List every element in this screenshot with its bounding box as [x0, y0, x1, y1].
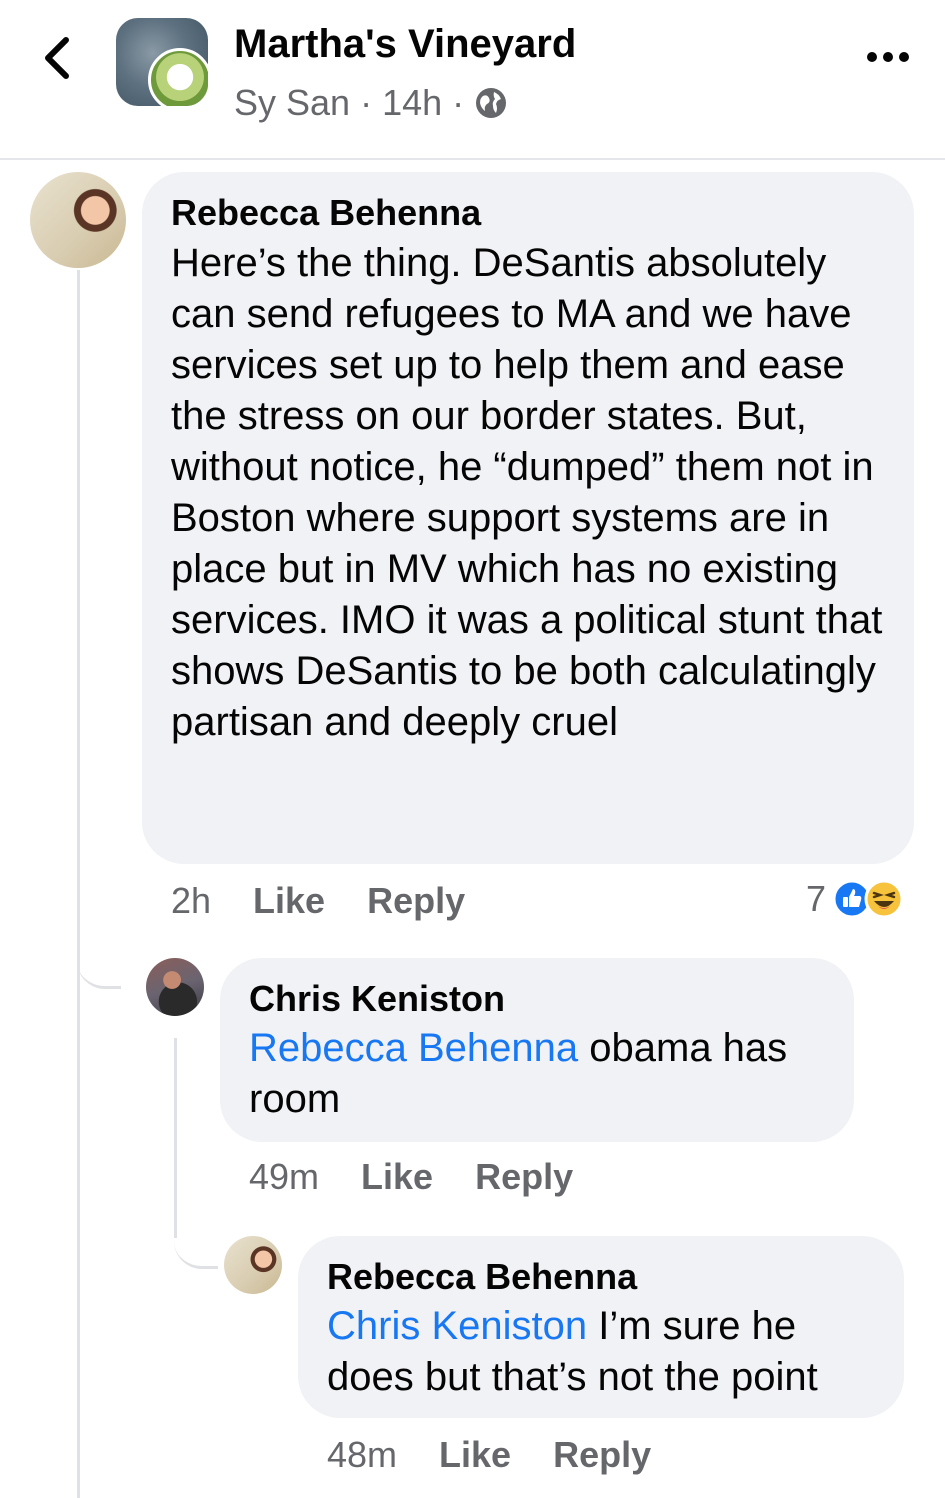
- reply-button[interactable]: Reply: [367, 880, 465, 922]
- reply-time[interactable]: 49m: [249, 1156, 319, 1198]
- reply-bubble: Chris Keniston Rebecca Behenna obama has…: [220, 958, 854, 1142]
- comment-text: Here’s the thing. DeSantis absolutely ca…: [171, 241, 883, 744]
- reply-author[interactable]: Chris Keniston: [249, 978, 828, 1020]
- meta-separator-2: ·: [452, 82, 465, 123]
- reply-author[interactable]: Rebecca Behenna: [327, 1256, 878, 1298]
- avatar[interactable]: [30, 172, 126, 268]
- meta-separator: ·: [360, 82, 373, 123]
- globe-icon: [476, 88, 507, 118]
- comment-actions: 2h Like Reply: [171, 880, 465, 922]
- like-button[interactable]: Like: [361, 1156, 433, 1198]
- group-avatar[interactable]: [116, 18, 208, 106]
- thread-line: [77, 270, 80, 1498]
- haha-icon: [864, 879, 904, 919]
- like-button[interactable]: Like: [439, 1434, 511, 1476]
- reactions-summary[interactable]: 7: [806, 878, 904, 920]
- more-options-icon[interactable]: [866, 50, 910, 64]
- reply-text: Chris Keniston I’m sure he does but that…: [327, 1301, 878, 1403]
- post-meta: Sy San · 14h ·: [234, 82, 508, 124]
- thread-connector: [77, 930, 121, 989]
- header-divider: [0, 158, 945, 160]
- reply-bubble: Rebecca Behenna Chris Keniston I’m sure …: [298, 1236, 904, 1418]
- post-author[interactable]: Sy San: [234, 82, 350, 124]
- back-arrow-icon[interactable]: [38, 32, 78, 84]
- reply-actions: 49m Like Reply: [249, 1156, 573, 1198]
- mention-link[interactable]: Rebecca Behenna: [249, 1026, 578, 1070]
- avatar[interactable]: [224, 1236, 282, 1294]
- reply-button[interactable]: Reply: [553, 1434, 651, 1476]
- thread-line-nested: [174, 1038, 177, 1238]
- mention-link[interactable]: Chris Keniston: [327, 1304, 587, 1348]
- post-time[interactable]: 14h: [382, 82, 442, 124]
- like-button[interactable]: Like: [253, 880, 325, 922]
- group-name[interactable]: Martha's Vineyard: [234, 22, 576, 67]
- comment-author[interactable]: Rebecca Behenna: [171, 192, 888, 234]
- reply-button[interactable]: Reply: [475, 1156, 573, 1198]
- reply-time[interactable]: 48m: [327, 1434, 397, 1476]
- reaction-count: 7: [806, 878, 827, 919]
- avatar[interactable]: [146, 958, 204, 1016]
- comment-bubble: Rebecca Behenna Here’s the thing. DeSant…: [142, 172, 914, 864]
- comment-time[interactable]: 2h: [171, 880, 211, 922]
- reply-text: Rebecca Behenna obama has room: [249, 1023, 828, 1125]
- thread-connector-nested: [174, 1210, 218, 1269]
- group-avatar-inset: [148, 48, 208, 106]
- reply-actions: 48m Like Reply: [327, 1434, 651, 1476]
